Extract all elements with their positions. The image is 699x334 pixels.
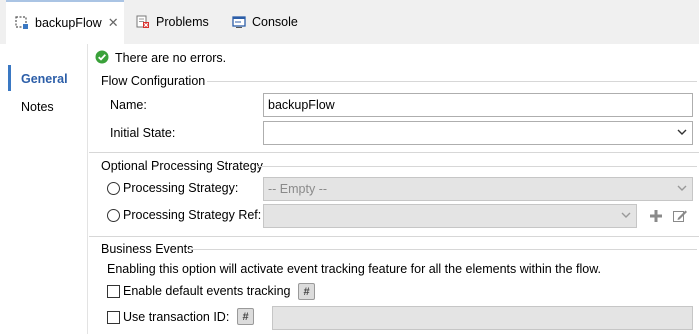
use-transaction-id-label: Use transaction ID: (123, 310, 230, 324)
name-value: backupFlow (268, 98, 335, 112)
processing-strategy-value: -- Empty -- (268, 182, 328, 196)
processing-strategy-radio[interactable] (107, 182, 120, 195)
tab-problems[interactable]: Problems (136, 0, 226, 44)
hash-icon: # (242, 310, 249, 323)
initial-state-label: Initial State: (110, 126, 176, 140)
section-divider (207, 81, 697, 82)
initial-state-select[interactable] (263, 121, 693, 145)
section-nav (0, 44, 88, 334)
name-label: Name: (110, 98, 147, 112)
tab-label: Console (252, 15, 298, 29)
nav-selection-indicator (8, 65, 11, 91)
processing-strategy-select[interactable]: -- Empty -- (263, 177, 693, 201)
expression-hash-button[interactable]: # (298, 283, 315, 300)
chevron-down-icon (677, 185, 687, 191)
close-icon[interactable]: ✕ (108, 15, 119, 31)
chevron-down-icon (621, 212, 631, 218)
section-divider (189, 249, 697, 250)
edit-icon[interactable] (672, 208, 688, 224)
processing-strategy-header: Optional Processing Strategy (101, 159, 263, 173)
console-icon (232, 15, 246, 29)
section-divider (89, 236, 699, 237)
use-transaction-id-checkbox[interactable] (107, 311, 120, 324)
expression-hash-button[interactable]: # (237, 308, 254, 325)
processing-strategy-ref-label: Processing Strategy Ref: (123, 208, 262, 222)
nav-item-general[interactable]: General (21, 72, 68, 86)
tab-backupflow[interactable]: backupFlow ✕ (6, 0, 124, 44)
name-field[interactable]: backupFlow (263, 93, 693, 117)
tab-console[interactable]: Console (232, 0, 312, 44)
ok-check-icon (95, 50, 109, 64)
enable-events-tracking-checkbox[interactable] (107, 285, 120, 298)
processing-strategy-ref-select[interactable] (263, 204, 637, 228)
processing-strategy-label: Processing Strategy: (123, 181, 239, 195)
problems-icon (136, 15, 150, 29)
tab-label: backupFlow (35, 16, 102, 30)
hash-icon: # (303, 285, 310, 298)
section-divider (89, 152, 699, 153)
enable-events-tracking-label: Enable default events tracking (123, 284, 291, 298)
section-divider (257, 166, 697, 167)
business-events-description: Enabling this option will activate event… (107, 262, 602, 276)
chevron-down-icon (677, 129, 687, 135)
tab-label: Problems (156, 15, 209, 29)
flow-icon (15, 16, 29, 30)
business-events-header: Business Events (101, 242, 194, 256)
status-message: There are no errors. (115, 51, 227, 65)
nav-item-notes[interactable]: Notes (21, 100, 54, 114)
processing-strategy-ref-radio[interactable] (107, 209, 120, 222)
add-icon[interactable] (648, 208, 664, 224)
transaction-id-field[interactable] (272, 306, 693, 330)
flow-configuration-header: Flow Configuration (101, 74, 206, 88)
